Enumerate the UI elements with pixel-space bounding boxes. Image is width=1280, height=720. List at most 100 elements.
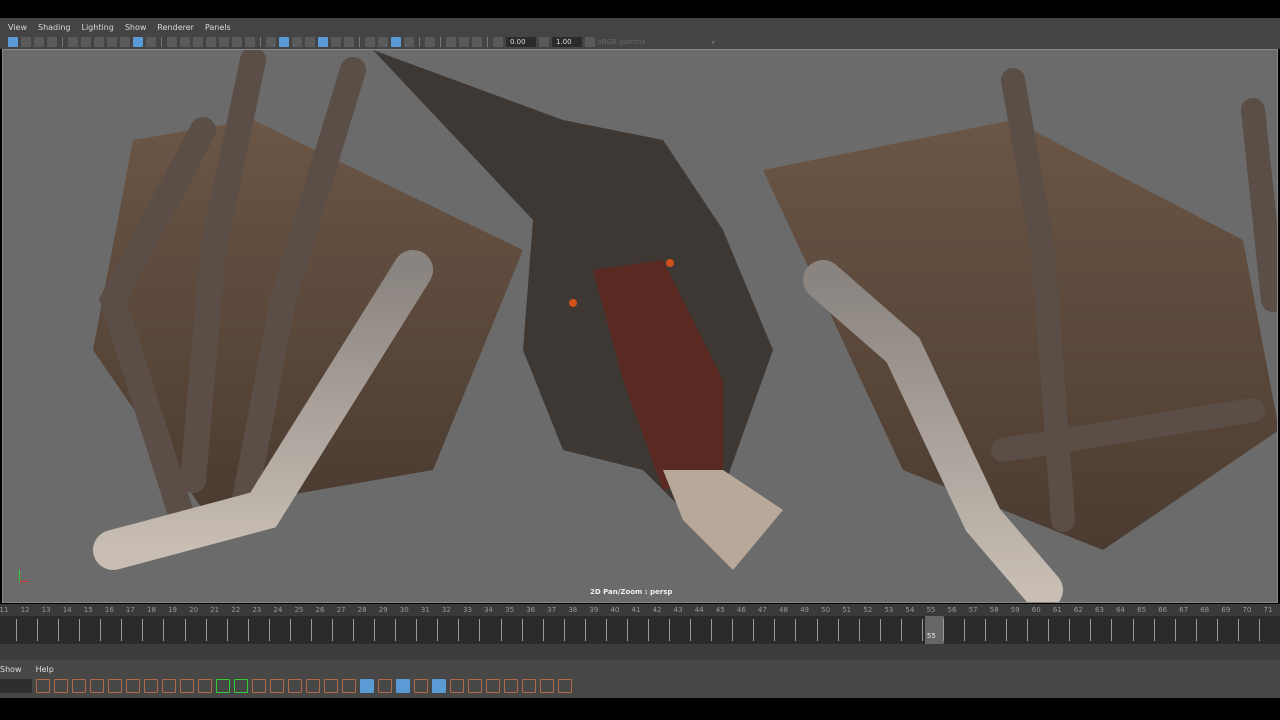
frame-tick [879, 619, 881, 641]
auto-tangent-icon[interactable] [90, 679, 104, 693]
frame-number: 66 [1158, 606, 1168, 614]
shadows-icon[interactable] [344, 37, 354, 47]
frame-number: 60 [1031, 606, 1041, 614]
xray-icon[interactable] [446, 37, 456, 47]
frame-number: 27 [336, 606, 346, 614]
frame-number: 64 [1116, 606, 1125, 614]
camera-icon[interactable] [68, 37, 78, 47]
frame-tick [184, 619, 186, 641]
menu-shading[interactable]: Shading [38, 23, 71, 32]
frame-number: 58 [989, 606, 999, 614]
frame-number: 47 [757, 606, 767, 614]
auto-load-icon[interactable] [396, 679, 410, 693]
frame-number: 21 [210, 606, 220, 614]
film-gate-icon[interactable] [180, 37, 190, 47]
linear-tangent-icon[interactable] [144, 679, 158, 693]
frame-tick [121, 619, 123, 641]
motion-blur-icon[interactable] [378, 37, 388, 47]
color-management-icon[interactable] [585, 37, 595, 47]
stacked-view-icon[interactable] [450, 679, 464, 693]
grease-pencil-icon[interactable] [120, 37, 130, 47]
break-tangents-icon[interactable] [252, 679, 266, 693]
image-plane-icon[interactable] [47, 37, 57, 47]
frame-number: 29 [378, 606, 388, 614]
grid-icon[interactable] [167, 37, 177, 47]
xray-joints-icon[interactable] [459, 37, 469, 47]
menu-panels[interactable]: Panels [205, 23, 231, 32]
spline-tangent-icon[interactable] [108, 679, 122, 693]
time-slider[interactable]: 55 [0, 616, 1280, 644]
menu-view[interactable]: View [8, 23, 27, 32]
frame-tick [16, 619, 17, 641]
textured-icon[interactable] [318, 37, 328, 47]
free-tangent-weight-icon[interactable] [288, 679, 302, 693]
step-tangent-icon[interactable] [180, 679, 194, 693]
default-material-icon[interactable] [292, 37, 302, 47]
insert-key-icon[interactable] [324, 679, 338, 693]
frame-selection-icon[interactable] [54, 679, 68, 693]
chevron-down-icon[interactable]: ▾ [711, 38, 715, 47]
menu-help[interactable]: Help [36, 665, 54, 674]
frame-tick [521, 619, 523, 641]
plateau-tangent-icon[interactable] [198, 679, 212, 693]
camera-attributes-icon[interactable] [21, 37, 31, 47]
resolution-gate-icon[interactable] [193, 37, 203, 47]
gate-mask-icon[interactable] [206, 37, 216, 47]
post-infinity-cycle-icon[interactable] [522, 679, 536, 693]
menu-lighting[interactable]: Lighting [81, 23, 113, 32]
perspective-viewport[interactable] [2, 49, 1278, 603]
pan-zoom-icon[interactable] [133, 37, 143, 47]
denormalize-icon[interactable] [486, 679, 500, 693]
safe-action-icon[interactable] [232, 37, 242, 47]
color-space-dropdown[interactable]: sRGB gamma [598, 38, 708, 46]
camera-aim-icon[interactable] [81, 37, 91, 47]
frame-number: 36 [526, 606, 536, 614]
normalized-view-icon[interactable] [468, 679, 482, 693]
backface-culling-icon[interactable] [472, 37, 482, 47]
smooth-shade-icon[interactable] [279, 37, 289, 47]
frame-tick [1174, 619, 1176, 641]
absolute-view-icon[interactable] [432, 679, 446, 693]
frame-tick [985, 619, 987, 641]
swap-buffer-curve-icon[interactable] [234, 679, 248, 693]
frame-tick [458, 619, 460, 641]
depth-of-field-icon[interactable] [404, 37, 414, 47]
exposure-field[interactable]: 0.00 [506, 37, 536, 47]
linear-infinity-icon[interactable] [558, 679, 572, 693]
add-key-icon[interactable] [342, 679, 356, 693]
select-camera-icon[interactable] [8, 37, 18, 47]
safe-title-icon[interactable] [245, 37, 255, 47]
bookmark-pin-icon[interactable] [107, 37, 117, 47]
gamma-field[interactable]: 1.00 [552, 37, 582, 47]
ambient-occlusion-icon[interactable] [365, 37, 375, 47]
frame-tick [479, 619, 481, 641]
lights-icon[interactable] [331, 37, 341, 47]
antialiasing-icon[interactable] [391, 37, 401, 47]
trax-editor-icon[interactable] [378, 679, 392, 693]
dope-sheet-icon[interactable] [360, 679, 374, 693]
frame-number: 43 [673, 606, 683, 614]
frame-tick [79, 619, 81, 641]
menu-renderer[interactable]: Renderer [157, 23, 194, 32]
graph-editor-field[interactable] [0, 679, 32, 693]
menu-show[interactable]: Show [125, 23, 147, 32]
menu-show-graph[interactable]: Show [0, 665, 22, 674]
frame-playback-icon[interactable] [72, 679, 86, 693]
camera-up-icon[interactable] [94, 37, 104, 47]
bookmark-icon[interactable] [34, 37, 44, 47]
frame-number: 16 [104, 606, 114, 614]
pencil-icon[interactable] [146, 37, 156, 47]
cycle-with-offset-icon[interactable] [540, 679, 554, 693]
frame-all-icon[interactable] [36, 679, 50, 693]
unify-tangents-icon[interactable] [270, 679, 284, 693]
wireframe-icon[interactable] [266, 37, 276, 47]
flat-tangent-icon[interactable] [162, 679, 176, 693]
isolate-select-icon[interactable] [425, 37, 435, 47]
field-chart-icon[interactable] [219, 37, 229, 47]
lock-tangent-weight-icon[interactable] [306, 679, 320, 693]
clamped-tangent-icon[interactable] [126, 679, 140, 693]
pre-infinity-cycle-icon[interactable] [504, 679, 518, 693]
buffer-curve-snapshot-icon[interactable] [216, 679, 230, 693]
wireframe-on-shaded-icon[interactable] [305, 37, 315, 47]
load-selected-icon[interactable] [414, 679, 428, 693]
